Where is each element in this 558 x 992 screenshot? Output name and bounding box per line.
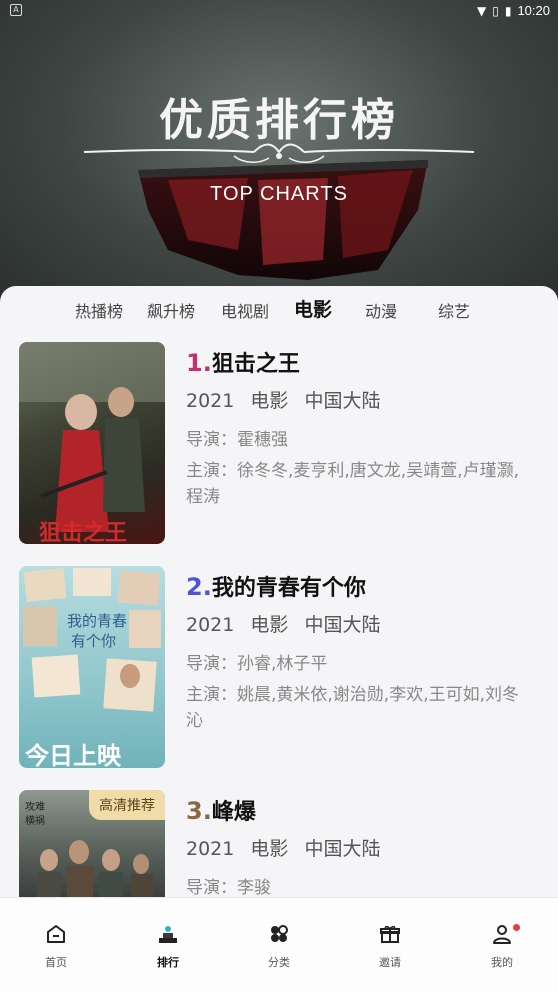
nav-label: 首页 [45, 956, 67, 969]
nav-category[interactable]: 分类 [249, 922, 309, 970]
ornament-divider [84, 143, 474, 163]
nav-label: 排行 [157, 956, 179, 969]
item-year: 2021 [186, 614, 235, 636]
nav-profile[interactable]: 我的 [472, 922, 532, 970]
svg-text:有个你: 有个你 [71, 632, 116, 650]
home-icon [47, 925, 65, 943]
movie-title: 我的青春有个你 [211, 576, 366, 601]
nav-ranking[interactable]: 排行 [138, 922, 198, 970]
bottom-navigation: 首页 排行 分类 邀请 我的 [0, 897, 558, 992]
svg-text:攻难: 攻难 [25, 800, 45, 813]
rank-number: 2. [186, 573, 212, 601]
status-bar: A ▼ ▯ ▮ 10:20 [0, 0, 558, 24]
list-item[interactable]: 我的青春 有个你 今日上映 2.我的青春有个你 2021 电影 中国大陆 导演：… [0, 566, 558, 770]
item-region: 中国大陆 [304, 838, 381, 860]
category-tabs: 热播榜 飙升榜 电视剧 电影 动漫 综艺 [0, 286, 558, 330]
nav-label: 邀请 [379, 956, 401, 969]
profile-icon [493, 925, 511, 944]
tab-rising[interactable]: 飙升榜 [147, 298, 195, 322]
gift-icon [380, 925, 400, 943]
svg-text:横祸: 横祸 [25, 814, 45, 827]
movie-title: 狙击之王 [211, 352, 300, 377]
item-type: 电影 [250, 614, 289, 636]
poster-image[interactable]: 攻难 横祸 高清推荐 [19, 790, 165, 898]
item-region: 中国大陆 [304, 614, 381, 636]
battery-icon: ▮ [504, 3, 512, 18]
tab-variety[interactable]: 综艺 [438, 298, 470, 322]
notification-dot [513, 924, 520, 931]
tab-tv[interactable]: 电视剧 [221, 298, 269, 322]
notification-icon: A [10, 4, 22, 16]
item-meta: 2021 电影 中国大陆 [186, 386, 536, 413]
sim-icon: ▯ [492, 3, 499, 18]
item-cast: 主演：姚晨,黄米依,谢治勋,李欢,王可如,刘冬沁 [186, 685, 520, 731]
item-title[interactable]: 3.峰爆 [186, 794, 536, 826]
wifi-icon: ▼ [477, 3, 487, 18]
poster-image[interactable]: 我的青春 有个你 今日上映 [19, 566, 165, 768]
item-type: 电影 [250, 390, 289, 412]
nav-home[interactable]: 首页 [26, 922, 86, 970]
item-title[interactable]: 2.我的青春有个你 [186, 570, 536, 602]
item-meta: 2021 电影 中国大陆 [186, 610, 536, 637]
movie-title: 峰爆 [211, 800, 256, 825]
poster-title-text: 狙击之王 [39, 520, 127, 544]
nav-label: 我的 [491, 956, 513, 969]
item-cast: 主演：徐冬冬,麦亨利,唐文龙,吴靖萱,卢瑾灏,程涛 [186, 461, 520, 507]
svg-text:我的青春: 我的青春 [67, 612, 127, 630]
item-year: 2021 [186, 390, 235, 412]
item-region: 中国大陆 [304, 390, 381, 412]
ranking-icon [159, 926, 177, 943]
content-panel: 热播榜 飙升榜 电视剧 电影 动漫 综艺 狙击之王 1.狙击之王 2021 电影… [0, 286, 558, 992]
hero-banner: A ▼ ▯ ▮ 10:20 优质排行榜 TOP CHARTS [0, 0, 558, 310]
item-director: 导演：李骏 [186, 878, 271, 898]
list-item[interactable]: 狙击之王 1.狙击之王 2021 电影 中国大陆 导演：霍穗强 主演：徐冬冬,麦… [0, 342, 558, 546]
hero-subtitle: TOP CHARTS [210, 183, 348, 205]
tab-movie[interactable]: 电影 [294, 295, 332, 322]
poster-tagline-text: 今日上映 [25, 742, 122, 768]
status-time: 10:20 [517, 3, 550, 18]
nav-label: 分类 [268, 956, 290, 969]
rank-number: 3. [186, 797, 212, 825]
poster-image[interactable]: 狙击之王 [19, 342, 165, 544]
item-meta: 2021 电影 中国大陆 [186, 834, 536, 861]
nav-invite[interactable]: 邀请 [360, 922, 420, 970]
item-type: 电影 [250, 838, 289, 860]
tab-hot[interactable]: 热播榜 [75, 298, 123, 322]
hd-recommend-badge: 高清推荐 [89, 790, 165, 820]
item-director: 导演：孙睿,林子平 [186, 654, 328, 674]
item-year: 2021 [186, 838, 235, 860]
category-icon [271, 925, 288, 942]
tab-anime[interactable]: 动漫 [365, 298, 397, 322]
item-director: 导演：霍穗强 [186, 430, 288, 450]
item-title[interactable]: 1.狙击之王 [186, 346, 536, 378]
rank-number: 1. [186, 349, 212, 377]
